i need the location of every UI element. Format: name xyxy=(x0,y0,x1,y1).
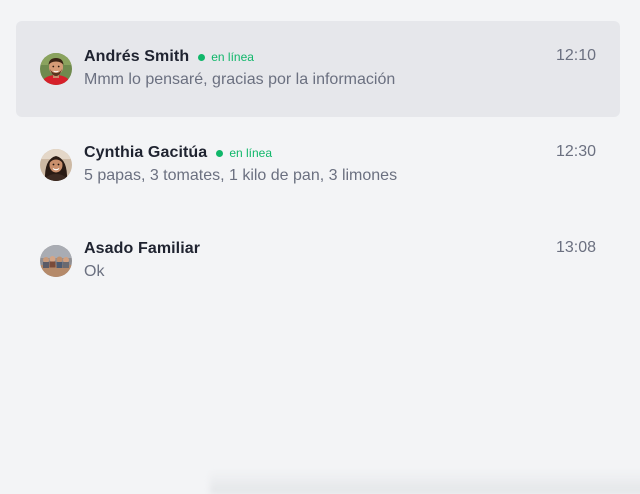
chat-list: Andrés Smith en línea Mmm lo pensaré, gr… xyxy=(16,21,620,309)
name-row: Asado Familiar xyxy=(84,238,200,260)
message-time: 13:08 xyxy=(555,239,596,256)
chat-item-andres-smith[interactable]: Andrés Smith en línea Mmm lo pensaré, gr… xyxy=(16,21,620,117)
online-indicator xyxy=(216,149,224,157)
message-preview: Ok xyxy=(84,263,105,280)
name-row: Andrés Smith en línea xyxy=(84,46,254,68)
avatar xyxy=(40,245,72,277)
online-status-label: en línea xyxy=(229,146,273,160)
name-row: Cynthia Gacitúa en línea xyxy=(84,142,272,164)
message-time: 12:30 xyxy=(555,143,596,160)
message-preview: Mmm lo pensaré, gracias por la informaci… xyxy=(84,71,396,88)
message-time: 12:10 xyxy=(555,47,596,64)
contact-name: Cynthia Gacitúa xyxy=(84,144,208,161)
contact-name: Asado Familiar xyxy=(84,240,201,257)
online-indicator xyxy=(198,53,206,61)
contact-name: Andrés Smith xyxy=(84,48,190,65)
message-preview: 5 papas, 3 tomates, 1 kilo de pan, 3 lim… xyxy=(84,167,398,184)
chat-item-cynthia-gacitua[interactable]: Cynthia Gacitúa en línea 5 papas, 3 toma… xyxy=(16,117,620,213)
chat-item-asado-familiar[interactable]: Asado Familiar Ok 13:08 xyxy=(16,213,620,309)
bottom-panel-shadow xyxy=(210,470,640,494)
avatar xyxy=(40,149,72,181)
online-status-label: en línea xyxy=(211,50,254,64)
avatar xyxy=(40,53,72,85)
